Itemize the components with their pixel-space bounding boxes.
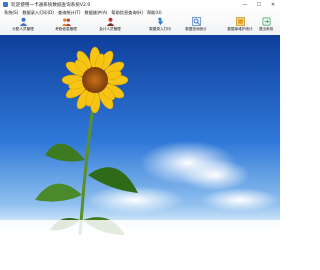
attendance-button[interactable]: 考勤信息管理 — [46, 17, 86, 34]
accountant-label: 会计人员管理 — [99, 27, 121, 31]
database-icon — [235, 17, 245, 26]
menu-data-entry[interactable]: 数据录入打印(D) — [22, 10, 54, 16]
people-management-button[interactable]: 分配人员管理 — [3, 17, 43, 34]
accountant-button[interactable]: 会计人员管理 — [90, 17, 130, 34]
menu-system[interactable]: 系统(S) — [4, 10, 18, 16]
people-management-label: 分配人员管理 — [12, 27, 34, 31]
minimize-button[interactable]: — — [238, 0, 252, 9]
data-query-label: 数据查询统计 — [185, 27, 207, 31]
title-bar: 欢迎使用一卡通系统数据查询系统V2.0 — ☐ ✕ — [0, 0, 280, 9]
background-image-area — [0, 35, 280, 270]
exit-label: 退出系统 — [258, 27, 274, 31]
accountant-icon — [106, 17, 114, 26]
cloud — [180, 159, 250, 191]
close-button[interactable]: ✕ — [266, 0, 280, 9]
attendance-label: 考勤信息管理 — [55, 27, 77, 31]
data-entry-print-label: 数据录入打印 — [149, 27, 171, 31]
menu-query[interactable]: 查询统计(T) — [58, 10, 81, 16]
cloud — [200, 188, 280, 212]
print-icon — [157, 17, 163, 26]
exit-icon — [262, 17, 270, 26]
menu-bar: 系统(S) 数据录入打印(D) 查询统计(T) 数据维护(A) 帮助信息查询(H… — [0, 9, 280, 16]
database-maintenance-label: 数据库维护统计 — [227, 27, 253, 31]
menu-help-query[interactable]: 帮助信息查询(H) — [111, 10, 143, 16]
menu-help[interactable]: 帮助(U) — [147, 10, 162, 16]
data-query-button[interactable]: 数据查询统计 — [176, 17, 216, 34]
maximize-button[interactable]: ☐ — [252, 0, 266, 9]
group-icon — [61, 18, 71, 26]
window-title: 欢迎使用一卡通系统数据查询系统V2.0 — [11, 2, 91, 8]
window-controls: — ☐ ✕ — [238, 0, 280, 9]
sunflower-sky-image — [0, 35, 280, 270]
data-entry-print-button[interactable]: 数据录入打印 — [140, 17, 180, 34]
toolbar: 分配人员管理 考勤信息管理 会计人员管理 数据录入打印 数据查询统计 数据库维护… — [0, 16, 280, 36]
exit-button[interactable]: 退出系统 — [254, 17, 278, 34]
people-icon — [19, 17, 27, 26]
menu-maintenance[interactable]: 数据维护(A) — [85, 10, 108, 16]
search-icon — [191, 17, 201, 26]
app-icon — [3, 2, 8, 7]
